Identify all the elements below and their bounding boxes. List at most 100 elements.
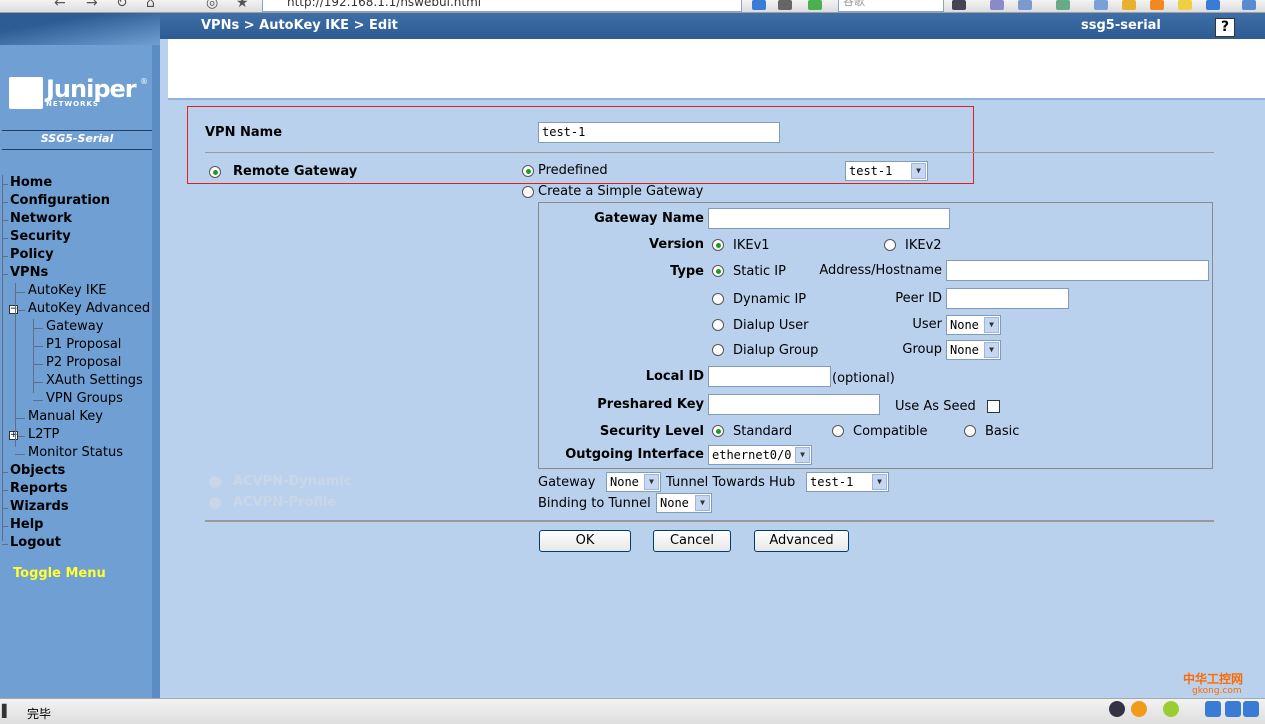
address-hostname-input[interactable] <box>946 260 1209 281</box>
gear-icon[interactable] <box>1131 701 1147 717</box>
static-ip-radio[interactable] <box>712 265 724 277</box>
dialup-group-radio[interactable] <box>712 344 724 356</box>
sidebar-item-l2tp[interactable]: L2TP <box>28 427 59 442</box>
ikev2-radio[interactable] <box>884 239 896 251</box>
sidebar-item-p1-proposal[interactable]: P1 Proposal <box>46 337 121 352</box>
compatible-radio[interactable] <box>832 425 844 437</box>
standard-label: Standard <box>733 424 793 439</box>
acvpn-gateway-select[interactable]: None ▼ <box>606 472 661 492</box>
local-id-optional-label: (optional) <box>832 371 895 386</box>
tree-connector <box>15 418 25 419</box>
rss-icon[interactable] <box>752 0 766 10</box>
preshared-key-input[interactable] <box>708 394 880 415</box>
local-id-input[interactable] <box>708 366 831 387</box>
basic-radio[interactable] <box>964 425 976 437</box>
reload-icon[interactable]: ↻ <box>116 0 128 11</box>
sidebar-item-autokey-advanced[interactable]: AutoKey Advanced <box>28 301 150 316</box>
sidebar-item-network[interactable]: Network <box>10 211 72 226</box>
note-icon[interactable] <box>1178 0 1192 10</box>
breadcrumb: VPNs > AutoKey IKE > Edit <box>201 18 398 33</box>
tool-icon[interactable] <box>990 0 1004 10</box>
sidebar-item-configuration[interactable]: Configuration <box>10 193 110 208</box>
sidebar-header-band <box>0 13 160 45</box>
model-divider-bottom <box>2 149 152 150</box>
expand-icon[interactable]: + <box>9 431 18 440</box>
tree-line <box>15 283 16 447</box>
ikev1-radio[interactable] <box>712 239 724 251</box>
peer-id-label: Peer ID <box>895 291 942 306</box>
search-icon[interactable] <box>952 0 966 10</box>
address-bar[interactable]: http://192.168.1.1/nswebui.html <box>262 0 742 12</box>
sidebar-item-logout[interactable]: Logout <box>10 535 61 550</box>
tag-icon[interactable] <box>1122 0 1136 10</box>
group-select[interactable]: None ▼ <box>946 340 1001 360</box>
chevron-down-icon[interactable] <box>1242 0 1256 10</box>
sidebar-item-home[interactable]: Home <box>10 175 52 190</box>
addon-icon[interactable] <box>1056 0 1070 10</box>
create-simple-gateway-radio[interactable] <box>522 186 534 198</box>
version-label: Version <box>649 237 704 252</box>
acvpn-dynamic-radio[interactable] <box>209 476 221 488</box>
gateway-name-input[interactable] <box>708 208 950 229</box>
acvpn-profile-radio[interactable] <box>209 497 221 509</box>
juniper-logo: Juniper ® NETWORKS <box>9 75 149 111</box>
sidebar-item-security[interactable]: Security <box>10 229 71 244</box>
dynamic-ip-radio[interactable] <box>712 293 724 305</box>
gear-icon[interactable] <box>1243 701 1259 717</box>
tunnel-towards-hub-select[interactable]: test-1 ▼ <box>806 472 889 492</box>
back-icon[interactable]: ← <box>54 0 66 11</box>
forward-icon[interactable]: → <box>86 0 98 11</box>
microphone-icon[interactable] <box>1225 701 1241 717</box>
outgoing-interface-select[interactable]: ethernet0/0 ▼ <box>708 445 812 465</box>
sidebar-item-reports[interactable]: Reports <box>10 481 67 496</box>
collapse-icon[interactable]: − <box>9 305 18 314</box>
play-icon[interactable] <box>778 0 792 10</box>
tree-connector <box>15 292 25 293</box>
sidebar-item-vpn-groups[interactable]: VPN Groups <box>46 391 123 406</box>
sidebar-item-p2-proposal[interactable]: P2 Proposal <box>46 355 121 370</box>
sidebar-item-monitor-status[interactable]: Monitor Status <box>28 445 123 460</box>
sidebar-item-vpns[interactable]: VPNs <box>10 265 48 280</box>
sidebar-item-policy[interactable]: Policy <box>10 247 54 262</box>
acvpn-dynamic-label: ACVPN-Dynamic <box>233 474 352 489</box>
system-tray <box>1105 693 1265 724</box>
dialup-user-label: Dialup User <box>733 318 809 333</box>
sidebar-item-xauth-settings[interactable]: XAuth Settings <box>46 373 143 388</box>
sidebar-item-help[interactable]: Help <box>10 517 43 532</box>
advanced-button[interactable]: Advanced <box>754 530 849 552</box>
sidebar-item-gateway[interactable]: Gateway <box>46 319 103 334</box>
predefined-radio[interactable] <box>522 165 534 177</box>
sidebar-item-manual-key[interactable]: Manual Key <box>28 409 103 424</box>
keyboard-icon[interactable] <box>1205 701 1221 717</box>
user-select[interactable]: None ▼ <box>946 315 1001 335</box>
tunnel-towards-hub-value: test-1 <box>810 475 854 489</box>
feed-icon[interactable] <box>1150 0 1164 10</box>
settings-icon[interactable] <box>1163 701 1179 717</box>
predefined-label: Predefined <box>538 163 608 178</box>
standard-radio[interactable] <box>712 425 724 437</box>
ok-button[interactable]: OK <box>539 530 631 552</box>
home-icon[interactable]: ⌂ <box>146 0 155 11</box>
ime-icon[interactable] <box>1109 701 1125 717</box>
vpn-name-input[interactable]: test-1 <box>538 122 780 143</box>
help-button[interactable]: ? <box>1215 18 1235 37</box>
browser-search-input[interactable]: 谷歌 <box>838 0 944 12</box>
download-icon[interactable] <box>1094 0 1108 10</box>
cancel-button[interactable]: Cancel <box>653 530 731 552</box>
toggle-menu-link[interactable]: Toggle Menu <box>13 566 106 581</box>
sidebar-item-autokey-ike[interactable]: AutoKey IKE <box>28 283 106 298</box>
search-engine-icon[interactable] <box>808 0 822 10</box>
bookmark-star-icon[interactable]: ★ <box>236 0 249 11</box>
use-as-seed-checkbox[interactable] <box>987 400 1000 413</box>
gear-icon[interactable] <box>1018 0 1032 10</box>
sidebar-item-wizards[interactable]: Wizards <box>10 499 69 514</box>
sidebar-item-objects[interactable]: Objects <box>10 463 65 478</box>
predefined-gateway-select[interactable]: test-1 ▼ <box>845 161 928 181</box>
remote-gateway-radio[interactable] <box>209 166 221 178</box>
binding-to-tunnel-select[interactable]: None ▼ <box>656 493 712 513</box>
peer-id-input[interactable] <box>946 288 1069 309</box>
stop-icon[interactable]: ◎ <box>206 0 218 11</box>
dialup-user-radio[interactable] <box>712 319 724 331</box>
brand-sub: NETWORKS <box>46 100 99 108</box>
mail-icon[interactable] <box>1206 0 1220 10</box>
